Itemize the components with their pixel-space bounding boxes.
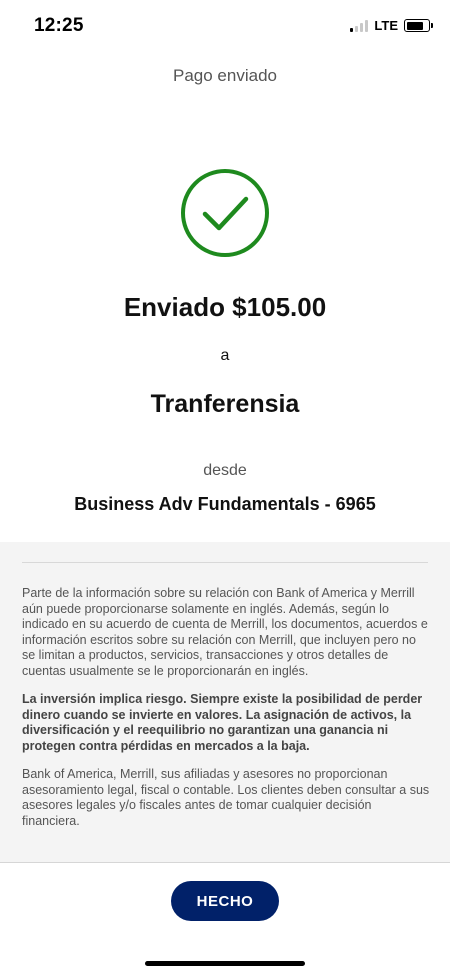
to-label: a: [220, 347, 230, 364]
network-type: LTE: [374, 18, 398, 33]
battery-icon: [404, 19, 433, 32]
source-account: Business Adv Fundamentals - 6965: [74, 494, 376, 514]
status-bar: 12:25 LTE: [0, 0, 450, 54]
disclosure-language: Parte de la información sobre su relació…: [22, 586, 428, 678]
page-title: Pago enviado: [173, 66, 277, 85]
done-button[interactable]: HECHO: [171, 881, 279, 921]
disclosure-legal-advice: Bank of America, Merrill, sus afiliadas …: [22, 767, 430, 828]
status-indicators: LTE: [350, 18, 433, 33]
check-circle-icon: [181, 169, 269, 257]
disclosure-investment-risk: La inversión implica riesgo. Siempre exi…: [22, 692, 423, 753]
divider: [22, 562, 428, 563]
confirmation-panel: Pago enviado Enviado $105.00 a Tranferen…: [0, 54, 450, 542]
disclosures: Parte de la información sobre su relació…: [22, 586, 430, 842]
home-indicator[interactable]: [145, 961, 305, 966]
recipient-name: Tranferensia: [150, 390, 300, 418]
sent-amount: Enviado $105.00: [123, 292, 327, 322]
cellular-signal-icon: [350, 19, 369, 32]
bottom-bar: HECHO: [0, 862, 450, 976]
from-label: desde: [203, 462, 247, 479]
status-time: 12:25: [34, 15, 84, 36]
